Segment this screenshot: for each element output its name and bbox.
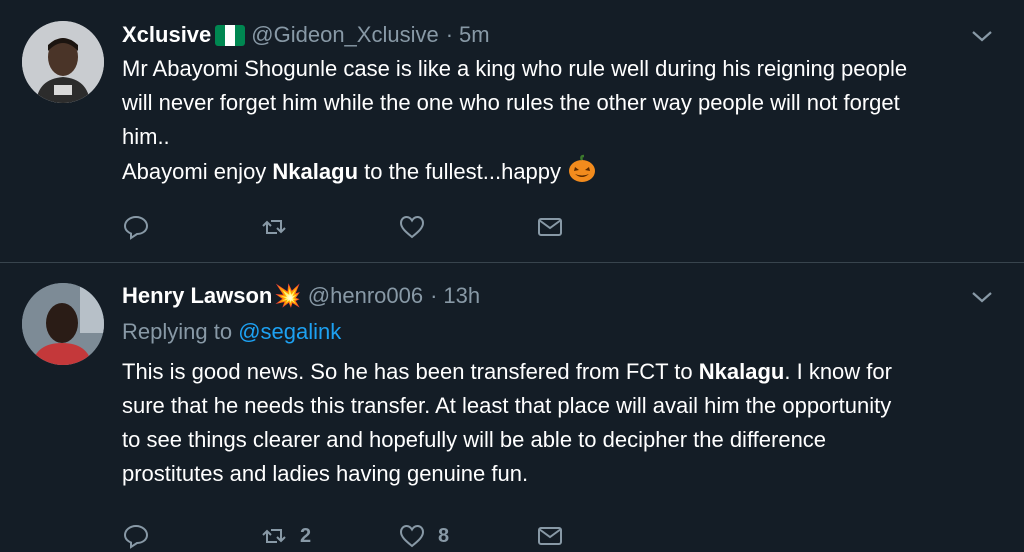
pumpkin-icon (569, 154, 596, 182)
collision-emoji: 💥 (274, 283, 302, 308)
share-icon (538, 218, 562, 236)
avatar[interactable] (22, 283, 104, 365)
share-button[interactable] (536, 213, 674, 241)
retweet-count: 2 (300, 524, 312, 547)
tweet[interactable]: Xclusive @Gideon_Xclusive · 5m Mr Abayom… (0, 0, 1024, 263)
avatar[interactable] (22, 21, 104, 103)
author-handle[interactable]: @Gideon_Xclusive (251, 22, 438, 48)
text-segment: to the fullest...happy (358, 159, 562, 184)
tweet[interactable]: Henry Lawson 💥 @henro006 · 13h Replying … (0, 263, 1024, 552)
tweet-actions (122, 213, 674, 241)
nigeria-flag-icon (215, 24, 246, 46)
bold-keyword: Nkalagu (272, 159, 359, 184)
chevron-down-icon[interactable] (970, 28, 994, 44)
reply-icon (123, 215, 149, 240)
tweet-text-line: him.. (122, 124, 170, 149)
retweet-icon (262, 529, 286, 543)
tweet-content: Henry Lawson 💥 @henro006 · 13h Replying … (122, 279, 994, 491)
timestamp[interactable]: 13h (443, 283, 480, 309)
retweet-button[interactable]: 2 (260, 522, 398, 550)
retweet-icon (262, 220, 286, 234)
tweet-text: This is good news. So he has been transf… (122, 355, 994, 491)
mention-link[interactable]: @segalink (238, 319, 341, 344)
separator-dot: · (430, 283, 438, 308)
like-button[interactable]: 8 (398, 522, 536, 550)
author-handle[interactable]: @henro006 (308, 283, 423, 309)
reply-button[interactable] (122, 213, 260, 241)
share-button[interactable] (536, 522, 674, 550)
tweet-text-line: to see things clearer and hopefully will… (122, 427, 827, 452)
author-name[interactable]: Xclusive (122, 22, 211, 48)
reply-icon (123, 524, 149, 549)
like-count: 8 (438, 524, 450, 547)
share-icon (538, 527, 562, 545)
bold-keyword: Nkalagu (698, 359, 785, 384)
like-icon (399, 215, 425, 239)
tweet-text-line: Abayomi enjoy Nkalagu to the fullest...h… (122, 154, 994, 189)
tweet-text-line: sure that he needs this transfer. At lea… (122, 393, 892, 418)
tweet-text-line: prostitutes and ladies having genuine fu… (122, 461, 529, 486)
chevron-down-icon[interactable] (970, 289, 994, 305)
retweet-button[interactable] (260, 213, 398, 241)
reply-button[interactable] (122, 522, 260, 550)
tweet-text-line: will never forget him while the one who … (122, 90, 900, 115)
text-segment: . I know for (784, 359, 892, 384)
like-button[interactable] (398, 213, 536, 241)
text-segment: This is good news. So he has been transf… (122, 359, 699, 384)
timestamp[interactable]: 5m (459, 22, 490, 48)
text-segment: Abayomi enjoy (122, 159, 273, 184)
tweet-text-line: Mr Abayomi Shogunle case is like a king … (122, 56, 908, 81)
separator-dot: · (445, 22, 454, 47)
tweet-content: Xclusive @Gideon_Xclusive · 5m Mr Abayom… (122, 18, 994, 189)
author-name[interactable]: Henry Lawson (122, 283, 272, 309)
tweet-header: Henry Lawson 💥 @henro006 · 13h (122, 279, 994, 313)
tweet-text: Mr Abayomi Shogunle case is like a king … (122, 52, 994, 189)
like-icon (399, 524, 425, 548)
replying-to: Replying to @segalink (122, 319, 994, 345)
tweet-text-line: This is good news. So he has been transf… (122, 355, 994, 389)
replying-label: Replying to (122, 319, 239, 344)
tweet-actions: 2 8 (122, 522, 674, 550)
tweet-header: Xclusive @Gideon_Xclusive · 5m (122, 18, 994, 52)
